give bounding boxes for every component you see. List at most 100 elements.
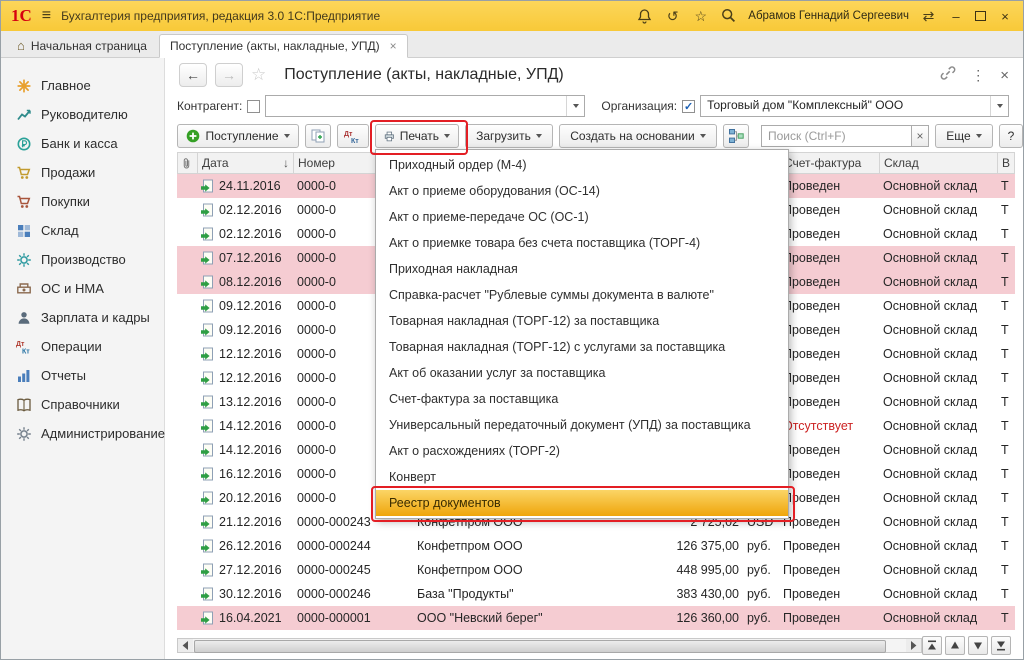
organization-combo[interactable]: Торговый дом "Комплексный" ООО: [700, 95, 1009, 117]
invoice-cell[interactable]: Проведен: [779, 299, 879, 313]
copy-document-button[interactable]: [305, 124, 331, 148]
warehouse-cell[interactable]: Основной склад: [879, 467, 997, 481]
date-cell[interactable]: 21.12.2016: [197, 515, 293, 529]
date-cell[interactable]: 12.12.2016: [197, 347, 293, 361]
minimize-button[interactable]: –: [948, 9, 964, 24]
user-switch-icon[interactable]: ⇄: [920, 8, 937, 25]
date-cell[interactable]: 14.12.2016: [197, 443, 293, 457]
go-to-last-button[interactable]: [991, 636, 1011, 655]
date-cell[interactable]: 13.12.2016: [197, 395, 293, 409]
favorite-star-icon[interactable]: ☆: [251, 65, 266, 85]
date-cell[interactable]: 14.12.2016: [197, 419, 293, 433]
sidebar-item-os-i-nma[interactable]: ОС и НМА: [1, 274, 164, 303]
print-menu-item[interactable]: Акт о расхождениях (ТОРГ-2): [376, 438, 788, 464]
print-menu-item[interactable]: Товарная накладная (ТОРГ-12) за поставщи…: [376, 308, 788, 334]
number-cell[interactable]: 0000-000245: [293, 563, 413, 577]
operation-type-cell[interactable]: Т: [997, 251, 1015, 265]
invoice-cell[interactable]: Проведен: [779, 275, 879, 289]
operation-column-header[interactable]: В: [998, 153, 1016, 173]
more-actions-kebab-icon[interactable]: ⋮: [971, 67, 985, 84]
warehouse-cell[interactable]: Основной склад: [879, 539, 997, 553]
related-documents-button[interactable]: [723, 124, 749, 148]
new-receipt-button[interactable]: Поступление: [177, 124, 299, 148]
table-row[interactable]: 26.12.20160000-000244Конфетпром ООО126 3…: [177, 534, 1015, 558]
print-menu-item[interactable]: Счет-фактура за поставщика: [376, 386, 788, 412]
operation-type-cell[interactable]: Т: [997, 467, 1015, 481]
counterparty-checkbox[interactable]: [247, 100, 260, 113]
print-menu-item[interactable]: Товарная накладная (ТОРГ-12) с услугами …: [376, 334, 788, 360]
sidebar-item-sklad[interactable]: Склад: [1, 216, 164, 245]
warehouse-cell[interactable]: Основной склад: [879, 251, 997, 265]
create-based-on-button[interactable]: Создать на основании: [559, 124, 717, 148]
date-cell[interactable]: 02.12.2016: [197, 203, 293, 217]
operation-type-cell[interactable]: Т: [997, 491, 1015, 505]
warehouse-cell[interactable]: Основной склад: [879, 203, 997, 217]
invoice-cell[interactable]: Проведен: [779, 611, 879, 625]
favorites-star-icon[interactable]: ☆: [692, 8, 709, 25]
warehouse-cell[interactable]: Основной склад: [879, 611, 997, 625]
tab-close-icon[interactable]: ×: [390, 39, 397, 53]
date-cell[interactable]: 30.12.2016: [197, 587, 293, 601]
sidebar-item-operatsii[interactable]: ДтКтОперации: [1, 332, 164, 361]
print-menu-item[interactable]: Акт о приемке товара без счета поставщик…: [376, 230, 788, 256]
link-icon[interactable]: [940, 65, 956, 86]
operation-type-cell[interactable]: Т: [997, 539, 1015, 553]
invoice-column-header[interactable]: Счет-фактура: [780, 153, 880, 173]
scrollbar-thumb[interactable]: [194, 640, 886, 653]
date-cell[interactable]: 27.12.2016: [197, 563, 293, 577]
operation-type-cell[interactable]: Т: [997, 443, 1015, 457]
date-cell[interactable]: 16.12.2016: [197, 467, 293, 481]
main-menu-icon[interactable]: ≡: [42, 7, 51, 25]
sum-cell[interactable]: 126 375,00: [653, 539, 743, 553]
date-cell[interactable]: 20.12.2016: [197, 491, 293, 505]
notifications-bell-icon[interactable]: [636, 8, 653, 25]
print-menu-item[interactable]: Акт об оказании услуг за поставщика: [376, 360, 788, 386]
invoice-cell[interactable]: Проведен: [779, 179, 879, 193]
date-cell[interactable]: 16.04.2021: [197, 611, 293, 625]
warehouse-cell[interactable]: Основной склад: [879, 275, 997, 289]
scroll-left-icon[interactable]: [178, 639, 193, 652]
user-name[interactable]: Абрамов Геннадий Сергеевич: [748, 10, 909, 22]
sum-cell[interactable]: 448 995,00: [653, 563, 743, 577]
invoice-cell[interactable]: Проведен: [779, 323, 879, 337]
invoice-cell[interactable]: Проведен: [779, 539, 879, 553]
search-icon[interactable]: [720, 8, 737, 25]
print-menu-item[interactable]: Приходная накладная: [376, 256, 788, 282]
sidebar-item-spravochniki[interactable]: Справочники: [1, 390, 164, 419]
date-cell[interactable]: 09.12.2016: [197, 299, 293, 313]
currency-cell[interactable]: руб.: [743, 587, 779, 601]
search-input[interactable]: [761, 125, 911, 147]
attachment-column-header[interactable]: [178, 153, 198, 173]
table-row[interactable]: 27.12.20160000-000245Конфетпром ООО448 9…: [177, 558, 1015, 582]
scroll-right-icon[interactable]: [906, 639, 921, 652]
operation-type-cell[interactable]: Т: [997, 299, 1015, 313]
print-menu-item[interactable]: Универсальный передаточный документ (УПД…: [376, 412, 788, 438]
sidebar-item-glavnoe[interactable]: Главное: [1, 71, 164, 100]
operation-type-cell[interactable]: Т: [997, 203, 1015, 217]
currency-cell[interactable]: руб.: [743, 563, 779, 577]
sidebar-item-pokupki[interactable]: Покупки: [1, 187, 164, 216]
go-down-button[interactable]: [968, 636, 988, 655]
invoice-cell[interactable]: Проведен: [779, 203, 879, 217]
sidebar-item-bank-i-kassa[interactable]: Банк и касса: [1, 129, 164, 158]
invoice-cell[interactable]: Проведен: [779, 347, 879, 361]
sum-cell[interactable]: 126 360,00: [653, 611, 743, 625]
invoice-cell[interactable]: Отсутствует: [779, 419, 879, 433]
warehouse-cell[interactable]: Основной склад: [879, 299, 997, 313]
warehouse-cell[interactable]: Основной склад: [879, 395, 997, 409]
date-cell[interactable]: 26.12.2016: [197, 539, 293, 553]
operation-type-cell[interactable]: Т: [997, 347, 1015, 361]
invoice-cell[interactable]: Проведен: [779, 443, 879, 457]
organization-dropdown-icon[interactable]: [990, 96, 1008, 116]
table-row[interactable]: 30.12.20160000-000246База "Продукты"383 …: [177, 582, 1015, 606]
invoice-cell[interactable]: Проведен: [779, 395, 879, 409]
horizontal-scrollbar[interactable]: [177, 638, 922, 653]
organization-checkbox[interactable]: ✓: [682, 100, 695, 113]
warehouse-cell[interactable]: Основной склад: [879, 587, 997, 601]
counterparty-cell[interactable]: Конфетпром ООО: [413, 539, 653, 553]
more-button[interactable]: Еще: [935, 124, 993, 148]
invoice-cell[interactable]: Проведен: [779, 227, 879, 241]
sidebar-item-administrirovanie[interactable]: Администрирование: [1, 419, 164, 448]
sidebar-item-proizvodstvo[interactable]: Производство: [1, 245, 164, 274]
show-postings-button[interactable]: ДтКт: [337, 124, 369, 148]
